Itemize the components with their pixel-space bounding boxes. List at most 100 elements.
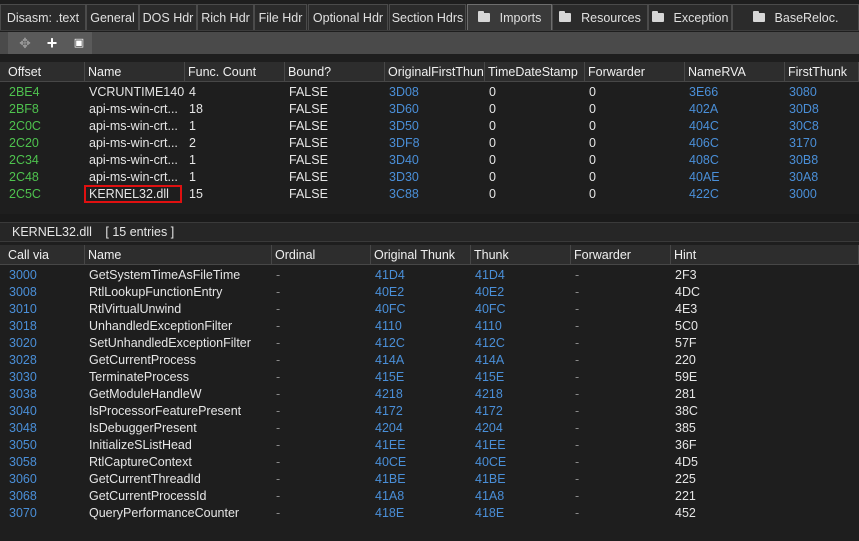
tab-label: General — [90, 11, 135, 25]
table-row[interactable]: 2C5C KERNEL32.dll 15 FALSE 3C88 0 0 422C 3000 — [0, 185, 859, 203]
table-cell: InitializeSListHead — [89, 438, 192, 452]
column-header[interactable]: Call via — [5, 245, 85, 265]
column-header[interactable]: Original Thunk — [371, 245, 471, 265]
table-cell: 0 — [489, 85, 496, 99]
table-cell: 2BE4 — [9, 85, 40, 99]
tab-label: DOS Hdr — [142, 11, 194, 25]
column-header[interactable]: Func. Count — [185, 62, 285, 82]
table-cell: FALSE — [289, 85, 328, 99]
table-cell: 3E66 — [689, 85, 719, 99]
table-row[interactable]: 3060 GetCurrentThreadId - 41BE 41BE - 225 — [0, 471, 859, 488]
table-cell: 2 — [189, 136, 196, 150]
column-header[interactable]: Bound? — [285, 62, 385, 82]
table-cell: 40E2 — [475, 285, 505, 299]
table-cell: 4172 — [475, 404, 503, 418]
save-icon[interactable]: ▣ — [70, 34, 88, 52]
table-cell: 415E — [475, 370, 505, 384]
table-cell: - — [575, 387, 580, 401]
table-row[interactable]: 2BF8 api-ms-win-crt... 18 FALSE 3D60 0 0 402A 30… — [0, 101, 859, 118]
plus-icon[interactable]: + — [43, 34, 61, 52]
column-header[interactable]: TimeDateStamp — [485, 62, 585, 82]
table-row[interactable]: 3000 GetSystemTimeAsFileTime - 41D4 41D4 - 2F3 — [0, 267, 859, 284]
table-cell: QueryPerformanceCounter — [89, 506, 240, 520]
table-cell: 281 — [675, 387, 696, 401]
tab-label: Resources — [581, 11, 641, 25]
table-cell: - — [575, 472, 580, 486]
tab-file-hdr[interactable]: File Hdr — [254, 4, 307, 30]
table-row[interactable]: 3070 QueryPerformanceCounter - 418E 418E - 452 — [0, 505, 859, 522]
column-header[interactable]: OriginalFirstThun — [385, 62, 485, 82]
table-row[interactable]: 3020 SetUnhandledExceptionFilter - 412C 412C… — [0, 335, 859, 352]
table-cell: 3020 — [9, 336, 37, 350]
table-cell: - — [575, 506, 580, 520]
table-cell: 412C — [375, 336, 405, 350]
tab-section-hdrs[interactable]: Section Hdrs — [389, 4, 466, 30]
column-header[interactable]: FirstThunk — [785, 62, 859, 82]
tab-optional-hdr[interactable]: Optional Hdr — [308, 4, 388, 30]
table-cell: - — [575, 285, 580, 299]
table-cell: 418E — [375, 506, 405, 520]
column-header[interactable]: Thunk — [471, 245, 571, 265]
column-header[interactable]: Hint — [671, 245, 859, 265]
table-cell: 0 — [589, 170, 596, 184]
table-row[interactable]: 3048 IsDebuggerPresent - 4204 4204 - 385 — [0, 420, 859, 437]
table-cell: 3040 — [9, 404, 37, 418]
table-cell: 41EE — [475, 438, 506, 452]
table-cell: 422C — [689, 187, 719, 201]
table-row[interactable]: 2C34 api-ms-win-crt... 1 FALSE 3D40 0 0 408C 30B… — [0, 152, 859, 169]
imports-table: Offset Name Func. Count Bound? OriginalFirst… — [0, 62, 859, 214]
table-cell: 0 — [589, 102, 596, 116]
table-cell: 41D4 — [475, 268, 505, 282]
table-row[interactable]: 2C48 api-ms-win-crt... 1 FALSE 3D30 0 0 40AE 30A… — [0, 169, 859, 186]
tab-resources[interactable]: Resources — [552, 4, 648, 30]
tab-dos-hdr[interactable]: DOS Hdr — [139, 4, 197, 30]
table-row[interactable]: 3040 IsProcessorFeaturePresent - 4172 4172 - 3… — [0, 403, 859, 420]
table-cell: api-ms-win-crt... — [89, 153, 178, 167]
table-row[interactable]: 3010 RtlVirtualUnwind - 40FC 40FC - 4E3 — [0, 301, 859, 318]
table-cell: 59E — [675, 370, 698, 384]
tab-disasm-text[interactable]: Disasm: .text — [0, 4, 86, 30]
table-cell: 3048 — [9, 421, 37, 435]
column-header[interactable]: Name — [85, 62, 185, 82]
table-row[interactable]: 3050 InitializeSListHead - 41EE 41EE - 36F — [0, 437, 859, 454]
table-cell: 40CE — [475, 455, 507, 469]
table-row[interactable]: 3068 GetCurrentProcessId - 41A8 41A8 - 221 — [0, 488, 859, 505]
table-row[interactable]: 3038 GetModuleHandleW - 4218 4218 - 281 — [0, 386, 859, 403]
table-cell: 0 — [489, 153, 496, 167]
tab-label: File Hdr — [258, 11, 303, 25]
table-row[interactable]: 3058 RtlCaptureContext - 40CE 40CE - 4D5 — [0, 454, 859, 471]
table-row[interactable]: 2C0C api-ms-win-crt... 1 FALSE 3D50 0 0 404C 30C… — [0, 118, 859, 135]
table-cell: 5C0 — [675, 319, 698, 333]
table-cell: 41BE — [475, 472, 506, 486]
table-cell: 2C0C — [9, 119, 41, 133]
table-cell: 408C — [689, 153, 719, 167]
column-header[interactable]: Ordinal — [272, 245, 371, 265]
table-cell: 414A — [475, 353, 505, 367]
column-header[interactable]: NameRVA — [685, 62, 785, 82]
table-row[interactable]: 3028 GetCurrentProcess - 414A 414A - 220 — [0, 352, 859, 369]
column-header[interactable]: Offset — [5, 62, 85, 82]
column-header[interactable]: Forwarder — [585, 62, 685, 82]
table-cell: 225 — [675, 472, 696, 486]
tab-imports[interactable]: Imports — [467, 4, 552, 30]
table-row[interactable]: 2C20 api-ms-win-crt... 2 FALSE 3DF8 0 0 406C 317… — [0, 135, 859, 152]
table-row[interactable]: 3008 RtlLookupFunctionEntry - 40E2 40E2 - 4DC — [0, 284, 859, 301]
table-cell: 40FC — [475, 302, 506, 316]
table-cell: 4218 — [475, 387, 503, 401]
tab-general[interactable]: General — [86, 4, 139, 30]
table-cell: 30C8 — [789, 119, 819, 133]
move-icon[interactable]: ✥ — [16, 34, 34, 52]
table-cell: KERNEL32.dll — [89, 187, 169, 201]
table-row[interactable]: 3018 UnhandledExceptionFilter - 4110 4110 - 5C… — [0, 318, 859, 335]
table-row[interactable]: 2BE4 VCRUNTIME140... 4 FALSE 3D08 0 0 3E66 3080 — [0, 84, 859, 101]
splitter[interactable] — [0, 214, 859, 222]
column-header[interactable]: Name — [85, 245, 272, 265]
tab-basereloc[interactable]: BaseReloc. — [732, 4, 859, 30]
tab-exception[interactable]: Exception — [648, 4, 732, 30]
toolbar: ✥ + ▣ — [0, 32, 859, 54]
table-row[interactable]: 3030 TerminateProcess - 415E 415E - 59E — [0, 369, 859, 386]
column-header[interactable]: Forwarder — [571, 245, 671, 265]
tab-rich-hdr[interactable]: Rich Hdr — [197, 4, 254, 30]
table-cell: 402A — [689, 102, 719, 116]
table-cell: 404C — [689, 119, 719, 133]
